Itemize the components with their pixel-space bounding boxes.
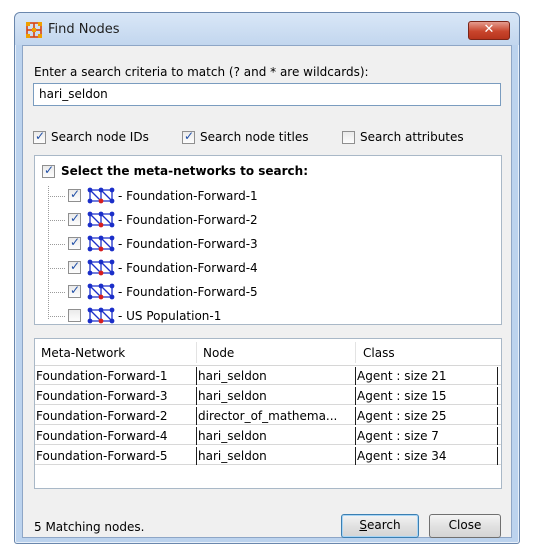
cell-divider [196, 427, 197, 445]
tree-item-label: - US Population-1 [118, 309, 222, 323]
table-header: Meta-Network Node Class [35, 339, 501, 366]
table-cell: Agent : size 25 [357, 409, 447, 423]
column-header-meta-network[interactable]: Meta-Network [41, 346, 125, 360]
cell-divider [497, 387, 498, 405]
table-cell: hari_seldon [198, 369, 267, 383]
cell-divider [497, 427, 498, 445]
meta-network-icon [87, 307, 115, 324]
table-cell: Foundation-Forward-1 [36, 369, 168, 383]
tree-connector [48, 316, 65, 317]
column-divider[interactable] [196, 342, 197, 363]
table-row[interactable]: Foundation-Forward-1 hari_seldon Agent : s… [35, 367, 501, 385]
tree-connector [48, 220, 65, 221]
tree-item[interactable]: - Foundation-Forward-4 [35, 257, 501, 279]
tree-item-label: - Foundation-Forward-3 [118, 237, 258, 251]
table-row[interactable]: Foundation-Forward-2 director_of_mathema.… [35, 407, 501, 425]
tree-item[interactable]: - Foundation-Forward-3 [35, 233, 501, 255]
cell-divider [355, 367, 356, 385]
tree-header-label: Select the meta-networks to search: [61, 164, 308, 178]
network-grid-icon [26, 22, 42, 38]
table-cell: Foundation-Forward-5 [36, 449, 168, 463]
table-cell: hari_seldon [198, 429, 267, 443]
tree-item[interactable]: - Foundation-Forward-1 [35, 185, 501, 207]
option-label: Search attributes [360, 130, 464, 144]
tree-item[interactable]: - Foundation-Forward-2 [35, 209, 501, 231]
meta-network-icon [87, 235, 115, 252]
tree-item-label: - Foundation-Forward-5 [118, 285, 258, 299]
tree-item-label: - Foundation-Forward-2 [118, 213, 258, 227]
tree-connector [48, 292, 65, 293]
checkbox[interactable] [33, 129, 46, 144]
cell-divider [497, 447, 498, 465]
results-table: Meta-Network Node Class Foundation-Forwa… [34, 338, 502, 489]
meta-network-icon [87, 211, 115, 228]
search-button[interactable]: Search [341, 514, 419, 538]
table-cell: hari_seldon [198, 449, 267, 463]
cell-divider [355, 407, 356, 425]
tree-item-label: - Foundation-Forward-4 [118, 261, 258, 275]
close-button[interactable]: Close [429, 514, 501, 538]
tree-item-checkbox[interactable] [68, 283, 81, 298]
option-search-node-ids[interactable]: Search node IDs [33, 129, 149, 144]
table-row[interactable]: Foundation-Forward-4 hari_seldon Agent : s… [35, 427, 501, 445]
cell-divider [497, 407, 498, 425]
close-icon[interactable]: ✕ [468, 21, 510, 40]
tree-connector [48, 196, 65, 197]
table-cell: Agent : size 34 [357, 449, 447, 463]
meta-network-icon [87, 187, 115, 204]
table-cell: Foundation-Forward-3 [36, 389, 168, 403]
cell-divider [355, 387, 356, 405]
meta-network-tree: Select the meta-networks to search: - Fo… [34, 155, 502, 325]
checkbox[interactable] [182, 129, 195, 144]
tree-item-checkbox[interactable] [68, 235, 81, 250]
tree-connector [48, 268, 65, 269]
table-cell: hari_seldon [198, 389, 267, 403]
option-search-node-titles[interactable]: Search node titles [182, 129, 309, 144]
checkbox[interactable] [342, 130, 355, 144]
tree-item-checkbox[interactable] [68, 259, 81, 274]
select-all-checkbox[interactable] [42, 163, 55, 178]
tree-item-checkbox[interactable] [68, 211, 81, 226]
tree-connector [48, 244, 65, 245]
column-divider[interactable] [355, 342, 356, 363]
dialog-body: Enter a search criteria to match (? and … [22, 45, 512, 538]
option-label: Search node IDs [51, 130, 149, 144]
table-row[interactable]: Foundation-Forward-5 hari_seldon Agent : s… [35, 447, 501, 465]
search-button-mnemonic: S [359, 518, 367, 532]
tree-header[interactable]: Select the meta-networks to search: [42, 163, 308, 178]
cell-divider [196, 407, 197, 425]
tree-item-checkbox[interactable] [68, 187, 81, 202]
table-cell: Agent : size 15 [357, 389, 447, 403]
meta-network-icon [87, 283, 115, 300]
table-cell: Agent : size 21 [357, 369, 447, 383]
table-cell: director_of_mathema... [198, 409, 338, 423]
cell-divider [196, 387, 197, 405]
meta-network-icon [87, 259, 115, 276]
column-header-class[interactable]: Class [363, 346, 395, 360]
table-cell: Agent : size 7 [357, 429, 439, 443]
cell-divider [355, 427, 356, 445]
cell-divider [196, 447, 197, 465]
cell-divider [196, 367, 197, 385]
status-text: 5 Matching nodes. [34, 520, 145, 534]
option-label: Search node titles [200, 130, 309, 144]
window-title: Find Nodes [48, 22, 120, 37]
option-search-attributes[interactable]: Search attributes [342, 130, 464, 144]
search-input[interactable]: hari_seldon [33, 83, 501, 106]
cell-divider [497, 367, 498, 385]
table-row[interactable]: Foundation-Forward-3 hari_seldon Agent : s… [35, 387, 501, 405]
cell-divider [355, 447, 356, 465]
find-nodes-dialog: Find Nodes ✕ Enter a search criteria to … [14, 12, 520, 544]
table-cell: Foundation-Forward-2 [36, 409, 168, 423]
title-bar[interactable]: Find Nodes ✕ [15, 13, 519, 45]
tree-item-checkbox[interactable] [68, 309, 81, 322]
tree-item[interactable]: - Foundation-Forward-5 [35, 281, 501, 303]
column-header-node[interactable]: Node [203, 346, 234, 360]
search-criteria-label: Enter a search criteria to match (? and … [34, 65, 369, 79]
table-cell: Foundation-Forward-4 [36, 429, 168, 443]
tree-item[interactable]: - US Population-1 [35, 305, 501, 327]
search-button-label: earch [367, 518, 401, 532]
tree-item-label: - Foundation-Forward-1 [118, 189, 258, 203]
